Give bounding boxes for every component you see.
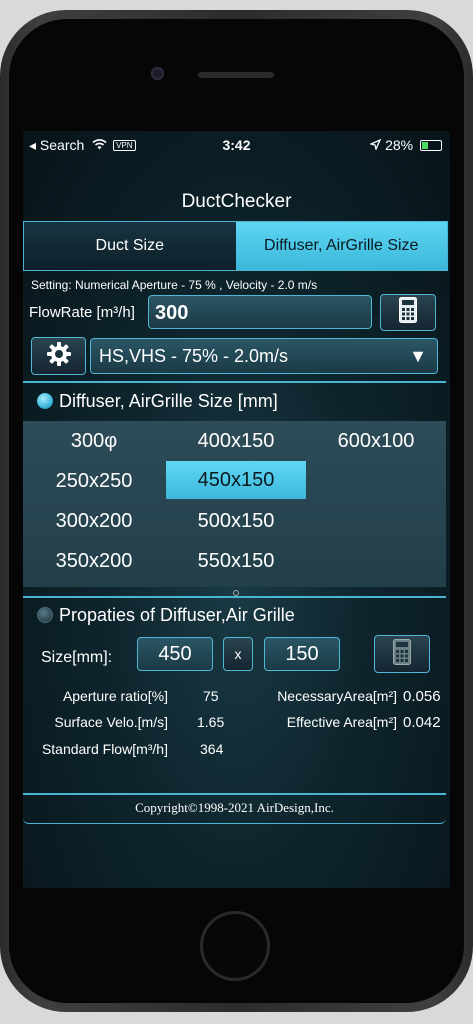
times-label: x bbox=[223, 637, 253, 671]
app-screen: ◂ Search VPN 3:42 28% DuctChecker Duct S… bbox=[23, 131, 450, 888]
calculator-icon bbox=[393, 638, 411, 670]
size-option[interactable]: 250x250 bbox=[23, 463, 165, 499]
size-option[interactable]: 550x150 bbox=[165, 543, 307, 579]
setting-text: Setting: Numerical Aperture - 75 % , Vel… bbox=[31, 278, 318, 292]
status-right: 28% bbox=[369, 137, 442, 153]
tab-diffuser-airgrille-size[interactable]: Diffuser, AirGrille Size bbox=[235, 222, 447, 270]
radio-off-icon[interactable] bbox=[37, 607, 53, 623]
chevron-down-icon: ▼ bbox=[409, 346, 427, 366]
preset-value: HS,VHS - 75% - 2.0m/s bbox=[99, 346, 289, 366]
size-option[interactable]: 350x200 bbox=[23, 543, 165, 579]
tab-duct-size[interactable]: Duct Size bbox=[24, 222, 236, 270]
surface-velocity-label: Surface Velo.[m/s] bbox=[54, 714, 168, 730]
vpn-badge: VPN bbox=[113, 140, 136, 151]
effective-area-label: Effective Area[m²] bbox=[286, 714, 397, 730]
front-camera bbox=[151, 67, 164, 80]
gear-icon bbox=[46, 341, 72, 372]
battery-percent: 28% bbox=[385, 137, 414, 153]
effective-area-value: 0.042 bbox=[403, 714, 441, 731]
necessary-area-label: NecessaryArea[m²] bbox=[277, 688, 397, 704]
size-option[interactable]: 300x200 bbox=[23, 503, 165, 539]
surface-velocity-value: 1.65 bbox=[197, 714, 225, 730]
calculator-icon bbox=[399, 297, 417, 328]
size-option[interactable]: 300φ bbox=[23, 423, 165, 459]
standard-flow-value: 364 bbox=[200, 741, 224, 757]
flowrate-input[interactable]: 300 bbox=[148, 295, 372, 329]
location-arrow-icon bbox=[369, 137, 385, 153]
size-option[interactable]: 400x150 bbox=[165, 423, 307, 459]
sizes-section-divider bbox=[23, 381, 446, 383]
status-bar: ◂ Search VPN 3:42 28% bbox=[23, 131, 450, 157]
aperture-value: 75 bbox=[203, 688, 219, 704]
battery-icon bbox=[420, 140, 442, 151]
flowrate-label: FlowRate [m³/h] bbox=[29, 304, 135, 321]
height-input[interactable]: 150 bbox=[264, 637, 340, 671]
wifi-icon bbox=[92, 137, 111, 153]
props-section-divider bbox=[23, 596, 446, 598]
settings-button[interactable] bbox=[31, 337, 86, 375]
radio-on-icon[interactable] bbox=[37, 393, 53, 409]
back-to-search[interactable]: ◂ Search bbox=[29, 137, 84, 153]
aperture-label: Aperture ratio[%] bbox=[62, 688, 168, 704]
size-label: Size[mm]: bbox=[41, 649, 113, 666]
size-option[interactable]: 500x150 bbox=[165, 503, 307, 539]
size-option[interactable]: 600x100 bbox=[305, 423, 447, 459]
earpiece-speaker bbox=[198, 72, 274, 78]
size-grid: 300φ 400x150 600x100 250x250 450x150 300… bbox=[23, 421, 446, 587]
necessary-area-value: 0.056 bbox=[403, 688, 441, 705]
sizes-section-header: Diffuser, AirGrille Size [mm] bbox=[37, 391, 278, 412]
app-title: DuctChecker bbox=[181, 191, 292, 212]
props-header-label: Propaties of Diffuser,Air Grille bbox=[59, 605, 295, 625]
copyright-text: Copyright©1998-2021 AirDesign,Inc. bbox=[135, 800, 334, 815]
home-button[interactable] bbox=[200, 911, 270, 981]
standard-flow-label: Standard Flow[m³/h] bbox=[41, 741, 168, 757]
tab-bar: Duct Size Diffuser, AirGrille Size bbox=[23, 221, 448, 271]
sizes-header-label: Diffuser, AirGrille Size [mm] bbox=[59, 391, 278, 411]
props-section-header: Propaties of Diffuser,Air Grille bbox=[37, 605, 295, 626]
preset-selector[interactable]: HS,VHS - 75% - 2.0m/s ▼ bbox=[90, 338, 438, 374]
width-input[interactable]: 450 bbox=[137, 637, 213, 671]
status-left[interactable]: ◂ Search VPN bbox=[29, 137, 136, 154]
size-option-selected[interactable]: 450x150 bbox=[166, 461, 306, 499]
calculator-button[interactable] bbox=[380, 294, 436, 331]
calculator-button-2[interactable] bbox=[374, 635, 430, 673]
